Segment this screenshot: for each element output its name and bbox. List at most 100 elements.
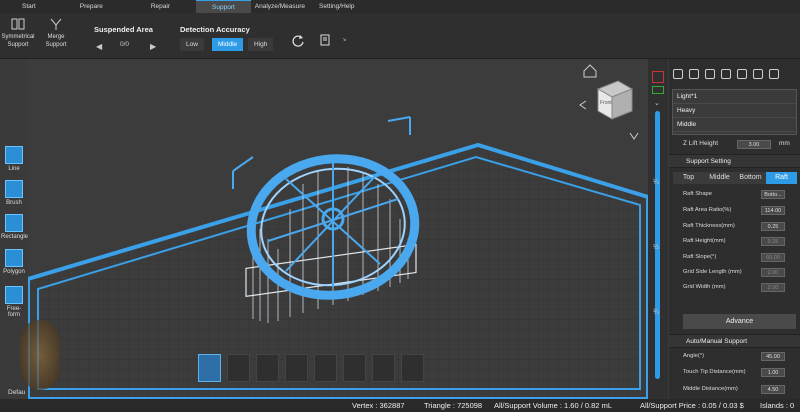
refresh-icon[interactable]	[705, 69, 715, 79]
book-icon[interactable]	[318, 33, 332, 47]
status-bar: Vertex : 362887 Triangle : 725098 All/Su…	[0, 399, 800, 412]
triangle-count: Triangle : 725098	[424, 401, 483, 410]
tab-prepare[interactable]: Prepare	[58, 0, 125, 13]
3d-viewport[interactable]: Front	[28, 59, 648, 399]
support-subtabs: Top Middle Bottom Raft	[673, 172, 797, 184]
subtab-raft[interactable]: Raft	[766, 172, 797, 184]
profile-item[interactable]: Heavy	[673, 104, 796, 118]
free-form-tool[interactable]: Free-form	[1, 286, 27, 318]
grid-width-input[interactable]: 2.00	[761, 283, 785, 292]
profile-list: Light*1 Heavy Middle	[672, 89, 797, 135]
z-lift-label: Z Lift Height	[683, 140, 719, 147]
export-icon[interactable]	[753, 69, 763, 79]
raft-slope-input[interactable]: 60.00	[761, 253, 785, 262]
support-type-3-button[interactable]	[256, 354, 279, 382]
menu-bar: Start Prepare Repair Support Analyze/Mea…	[0, 0, 800, 13]
scale-three-quarter: ¾	[653, 309, 659, 316]
line-tool-label: Line	[8, 166, 20, 172]
red-stop-icon[interactable]	[652, 71, 664, 83]
raft-shape-select[interactable]: Botto...	[761, 190, 785, 199]
raft-height-label: Raft Height(mm)	[683, 238, 726, 244]
prev-arrow-icon[interactable]: ◀	[96, 42, 102, 51]
vertex-count: Vertex : 362887	[352, 401, 405, 410]
polygon-tool-label: Polygon	[3, 269, 25, 275]
polygon-tool[interactable]: Polygon	[1, 249, 27, 275]
merge-icon	[50, 18, 62, 30]
support-type-1-button[interactable]	[198, 354, 221, 382]
raft-area-ratio-input[interactable]: 114.00	[761, 206, 785, 215]
support-type-7-button[interactable]	[372, 354, 395, 382]
accuracy-middle-button[interactable]: Middle	[212, 38, 244, 51]
profile-item[interactable]: Middle	[673, 118, 796, 132]
profile-toolbar	[673, 69, 785, 83]
raft-height-input[interactable]: 0.25	[761, 237, 785, 246]
line-tool[interactable]: Line	[1, 146, 27, 172]
tab-analyze-measure[interactable]: Analyze/Measure	[251, 0, 313, 13]
angle-input[interactable]: 45.00	[761, 352, 785, 361]
support-type-5-button[interactable]	[314, 354, 337, 382]
watermark-logo	[20, 320, 60, 390]
polygon-icon	[5, 249, 23, 267]
tab-support[interactable]: Support	[196, 0, 251, 13]
z-lift-unit: mm	[779, 140, 790, 147]
support-type-6-button[interactable]	[343, 354, 366, 382]
green-marker-icon	[652, 86, 664, 94]
add-icon[interactable]	[673, 69, 683, 79]
middle-distance-input[interactable]: 4.50	[761, 385, 785, 394]
support-panel: Light*1 Heavy Middle Z Lift Height 3.00 …	[669, 59, 800, 399]
support-type-4-button[interactable]	[285, 354, 308, 382]
default-label: Defau	[8, 389, 26, 396]
profile-item[interactable]: Light*1	[673, 90, 796, 104]
grid-width-label: Grid Width (mm)	[683, 284, 726, 290]
tab-start[interactable]: Start	[0, 0, 58, 13]
accuracy-high-button[interactable]: High	[248, 38, 274, 51]
delete-icon[interactable]	[689, 69, 699, 79]
raft-thickness-input[interactable]: 0.25	[761, 222, 785, 231]
support-price: All/Support Price : 0.05 / 0.03 $	[640, 401, 744, 410]
scale-half: ½	[653, 244, 659, 251]
copy-icon[interactable]	[721, 69, 731, 79]
symmetrical-support-label: Symmetrical Support	[1, 34, 35, 48]
support-type-8-button[interactable]	[401, 354, 424, 382]
next-arrow-icon[interactable]: ▶	[150, 42, 156, 51]
subtab-bottom[interactable]: Bottom	[735, 172, 766, 184]
z-lift-input[interactable]: 3.00	[737, 140, 771, 149]
view-cube[interactable]: Front	[596, 80, 634, 120]
rectangle-tool[interactable]: Rectangle	[1, 214, 29, 240]
line-icon	[5, 146, 23, 164]
save-icon[interactable]	[769, 69, 779, 79]
symmetrical-support-button[interactable]: Symmetrical Support	[0, 17, 36, 49]
grid-side-length-label: Grid Side Length (mm)	[683, 269, 742, 275]
rectangle-tool-label: Rectangle	[1, 234, 29, 240]
grid-side-length-input[interactable]: 2.00	[761, 268, 785, 277]
view-cube-label: Front	[600, 100, 612, 106]
collapse-icon[interactable]	[342, 37, 350, 45]
toolbar: Symmetrical Support Merge Support Suspen…	[0, 13, 800, 59]
import-icon[interactable]	[737, 69, 747, 79]
subtab-middle[interactable]: Middle	[704, 172, 735, 184]
scale-quarter: ¼	[653, 179, 659, 186]
subtab-top[interactable]: Top	[673, 172, 704, 184]
brush-icon	[5, 180, 23, 198]
tab-setting-help[interactable]: Setting/Help	[313, 0, 364, 13]
raft-slope-label: Raft Slope(°)	[683, 254, 717, 260]
free-form-tool-label: Free-form	[6, 306, 22, 318]
symmetry-icon	[11, 18, 25, 30]
detection-accuracy-title: Detection Accuracy	[180, 25, 250, 34]
support-type-2-button[interactable]	[227, 354, 250, 382]
accuracy-low-button[interactable]: Low	[180, 38, 204, 51]
middle-distance-label: Middle Distance(mm)	[683, 386, 738, 392]
merge-support-label: Merge Support	[45, 34, 67, 48]
brush-tool[interactable]: Brush	[1, 180, 27, 206]
suspended-area-title: Suspended Area	[94, 25, 153, 34]
auto-manual-support-header[interactable]: Auto/Manual Support	[669, 334, 800, 348]
touch-tip-distance-input[interactable]: 1.00	[761, 368, 785, 377]
merge-support-button[interactable]: Merge Support	[40, 17, 72, 49]
refresh-icon[interactable]	[291, 33, 305, 47]
advance-button[interactable]: Advance	[683, 314, 796, 329]
support-setting-header[interactable]: Support Setting	[669, 154, 800, 168]
free-form-icon	[5, 286, 23, 304]
slice-slider[interactable]: ⌄ ¼ ½ ¾	[648, 59, 668, 399]
chevron-down-icon[interactable]: ⌄	[654, 99, 660, 107]
tab-repair[interactable]: Repair	[125, 0, 196, 13]
